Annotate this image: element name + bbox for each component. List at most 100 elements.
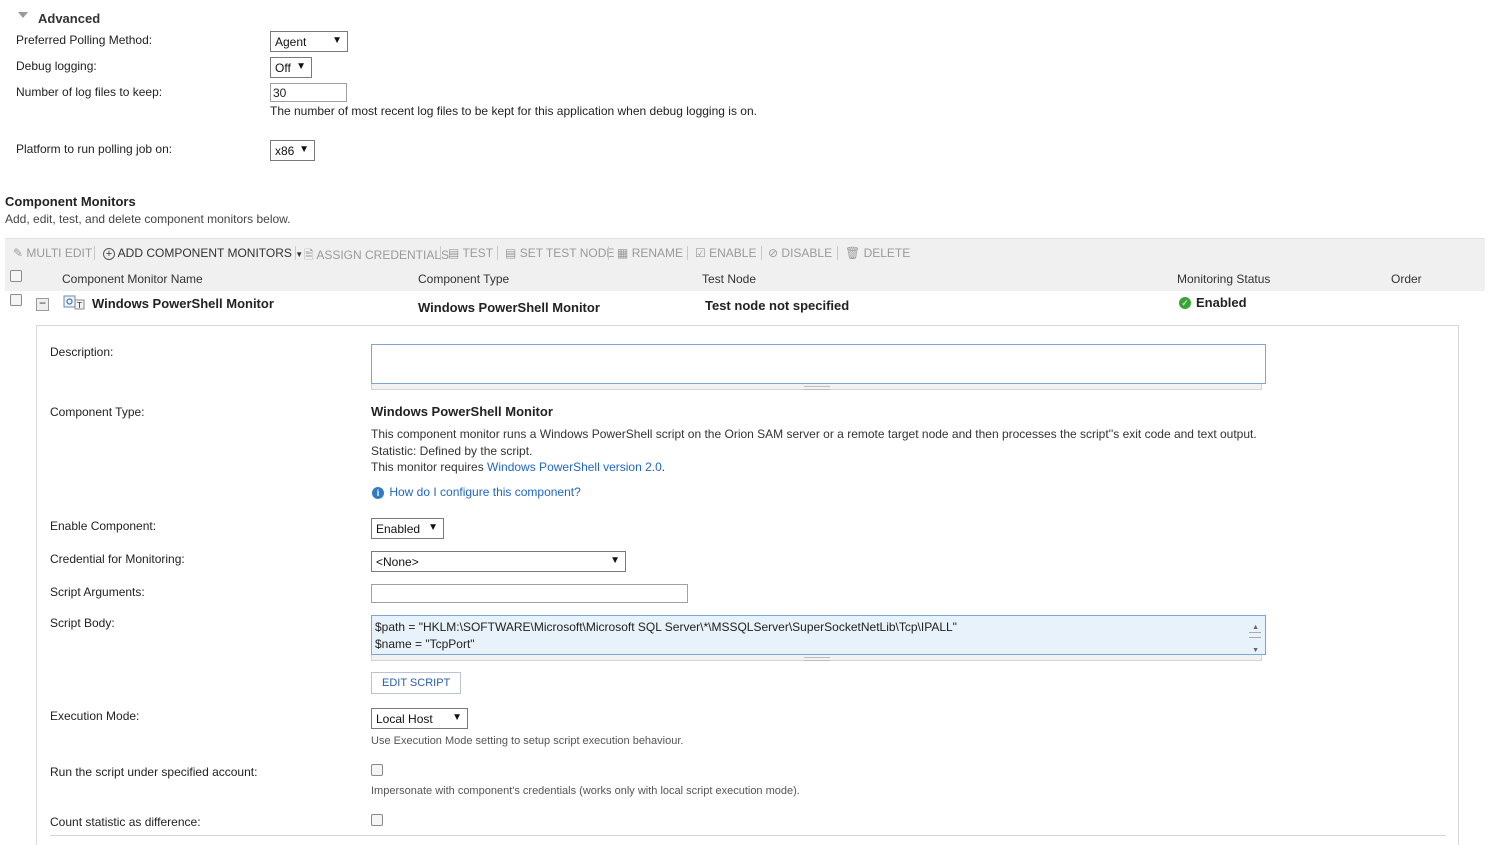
set-test-node-label: SET TEST NODE	[519, 246, 615, 260]
column-header-test-node[interactable]: Test Node	[702, 272, 756, 286]
component-monitors-subtitle: Add, edit, test, and delete component mo…	[5, 212, 291, 226]
script-body-textarea[interactable]: $path = "HKLM:\SOFTWARE\Microsoft\Micros…	[371, 615, 1266, 655]
execution-mode-hint: Use Execution Mode setting to setup scri…	[371, 735, 684, 747]
column-header-name[interactable]: Component Monitor Name	[62, 272, 203, 286]
scrollbar-thumb[interactable]	[1249, 632, 1261, 638]
column-header-status[interactable]: Monitoring Status	[1177, 272, 1270, 286]
assign-credentials-label: ASSIGN CREDENTIALS	[316, 248, 450, 262]
toolbar-divider	[687, 246, 688, 260]
component-type-label: Component Type:	[50, 405, 145, 419]
delete-label: DELETE	[863, 246, 911, 260]
test-node-icon: ▤	[505, 246, 517, 260]
script-body-resize-grip[interactable]	[371, 655, 1262, 661]
run-as-account-label: Run the script under specified account:	[50, 765, 258, 779]
enable-label: ENABLE	[709, 246, 757, 260]
chevron-down-icon: ▼	[296, 61, 306, 72]
enable-component-value: Enabled	[376, 522, 421, 536]
row-status: Enabled	[1196, 295, 1247, 310]
disable-button[interactable]: ⊘ DISABLE	[768, 246, 832, 260]
test-label: TEST	[462, 246, 494, 260]
caret-down-icon: ▼	[295, 250, 304, 259]
enable-component-select[interactable]: Enabled ▼	[371, 518, 444, 539]
toolbar-divider	[94, 246, 95, 260]
toolbar-divider	[440, 246, 441, 260]
row-component-type: Windows PowerShell Monitor	[418, 300, 600, 315]
platform-select[interactable]: x86 ▼	[270, 140, 315, 161]
column-header-type[interactable]: Component Type	[418, 272, 509, 286]
description-textarea[interactable]	[371, 344, 1266, 384]
toolbar-divider	[761, 246, 762, 260]
credential-select[interactable]: <None> ▼	[371, 551, 626, 572]
howto-link-text: How do I configure this component?	[389, 485, 581, 499]
select-all-checkbox[interactable]	[10, 270, 22, 282]
add-component-monitors-label: ADD COMPONENT MONITORS	[117, 246, 292, 260]
rename-button[interactable]: ▦ RENAME	[617, 246, 683, 260]
toolbar: ✎ MULTI EDIT + ADD COMPONENT MONITORS ▼ …	[5, 238, 1485, 266]
collapse-triangle-icon[interactable]	[18, 12, 28, 18]
edit-script-button[interactable]: EDIT SCRIPT	[371, 672, 462, 694]
log-files-hint: The number of most recent log files to b…	[270, 104, 757, 118]
log-files-label: Number of log files to keep:	[16, 85, 163, 99]
toolbar-divider	[497, 246, 498, 260]
column-header-order[interactable]: Order	[1391, 272, 1422, 286]
set-test-node-button[interactable]: ▤ SET TEST NODE	[505, 246, 614, 260]
script-arguments-input[interactable]	[371, 584, 688, 603]
credential-value: <None>	[376, 555, 419, 569]
execution-mode-label: Execution Mode:	[50, 709, 140, 723]
delete-button[interactable]: 🗑 DELETE	[845, 246, 910, 260]
enable-component-label: Enable Component:	[50, 519, 157, 533]
toolbar-divider	[608, 246, 609, 260]
debug-logging-label: Debug logging:	[16, 59, 97, 73]
add-component-monitors-button[interactable]: + ADD COMPONENT MONITORS ▼	[103, 246, 303, 260]
requires-prefix: This monitor requires	[371, 460, 488, 474]
run-as-account-hint: Impersonate with component's credentials…	[371, 785, 800, 797]
multi-edit-button[interactable]: ✎ MULTI EDIT	[13, 246, 92, 260]
polling-method-label: Preferred Polling Method:	[16, 33, 153, 47]
execution-mode-select[interactable]: Local Host ▼	[371, 708, 468, 729]
row-monitor-name[interactable]: Windows PowerShell Monitor	[92, 296, 274, 311]
debug-logging-select[interactable]: Off ▼	[270, 57, 312, 78]
description-resize-grip[interactable]	[371, 384, 1262, 390]
credential-label: Credential for Monitoring:	[50, 552, 185, 566]
collapse-row-button[interactable]: −	[36, 297, 49, 311]
count-difference-label: Count statistic as difference:	[50, 815, 201, 829]
row-checkbox[interactable]	[10, 294, 22, 306]
count-difference-checkbox[interactable]	[371, 814, 383, 826]
info-icon: i	[372, 486, 384, 499]
toolbar-divider	[295, 246, 296, 260]
enable-button[interactable]: ☑ ENABLE	[695, 246, 756, 260]
powershell-monitor-icon: T	[63, 295, 85, 310]
chevron-down-icon: ▼	[332, 35, 342, 46]
multi-edit-label: MULTI EDIT	[26, 246, 93, 260]
script-arguments-label: Script Arguments:	[50, 585, 145, 599]
status-ok-icon: ✓	[1179, 297, 1191, 309]
platform-label: Platform to run polling job on:	[16, 142, 173, 156]
plus-circle-icon: +	[103, 248, 115, 260]
script-body-line: $path = "HKLM:\SOFTWARE\Microsoft\Micros…	[375, 620, 957, 634]
svg-text:T: T	[76, 301, 82, 310]
script-body-label: Script Body:	[50, 616, 115, 630]
rename-icon: ▦	[617, 246, 629, 260]
disable-label: DISABLE	[781, 246, 833, 260]
requires-suffix: .	[661, 460, 666, 474]
polling-method-select[interactable]: Agent ▼	[270, 31, 348, 52]
run-as-account-checkbox[interactable]	[371, 764, 383, 776]
credentials-icon: 🗎	[304, 248, 314, 262]
advanced-section-title: Advanced	[38, 11, 101, 26]
assign-credentials-button[interactable]: 🗎 ASSIGN CREDENTIALS	[304, 246, 449, 267]
test-button[interactable]: ▤ TEST	[448, 246, 493, 260]
row-test-node: Test node not specified	[705, 298, 850, 313]
chevron-down-icon: ▼	[452, 712, 462, 723]
chevron-down-icon: ▼	[428, 522, 438, 533]
disable-icon: ⊘	[768, 246, 779, 260]
polling-method-value: Agent	[275, 35, 307, 49]
debug-logging-value: Off	[275, 61, 291, 75]
toolbar-divider	[837, 246, 838, 260]
powershell-version-link[interactable]: Windows PowerShell version 2.0	[487, 460, 662, 474]
howto-help-link[interactable]: i How do I configure this component?	[372, 485, 581, 499]
component-type-value: Windows PowerShell Monitor	[371, 404, 553, 419]
execution-mode-value: Local Host	[376, 712, 433, 726]
script-body-line: $name = "TcpPort"	[375, 637, 475, 651]
log-files-input[interactable]: 30	[270, 83, 347, 102]
enable-icon: ☑	[695, 246, 706, 260]
